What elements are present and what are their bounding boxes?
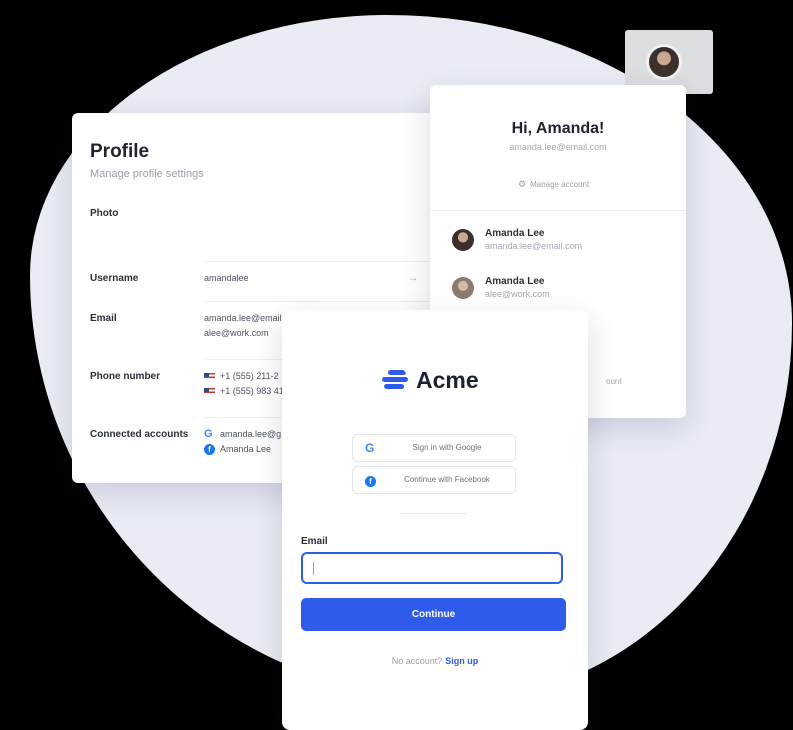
phone-primary: +1 (555) 211-2 xyxy=(204,369,284,384)
email-values: amanda.lee@email alee@work.com xyxy=(204,311,282,341)
divider xyxy=(400,513,466,514)
facebook-sign-in-button[interactable]: f Continue with Facebook xyxy=(352,466,516,494)
account-item-email: amanda.lee@email.com xyxy=(485,241,583,251)
connected-values: Gamanda.lee@g f Amanda Lee xyxy=(204,427,281,457)
photo-label: Photo xyxy=(90,208,119,219)
manage-account-button[interactable]: ⚙ Manage account xyxy=(518,179,589,190)
greeting: Hi, Amanda! xyxy=(511,120,605,137)
google-icon: G xyxy=(365,441,375,455)
text-caret xyxy=(313,562,314,575)
account-item[interactable]: Amanda Lee amanda.lee@email.com xyxy=(452,225,682,255)
phone-values: +1 (555) 211-2 +1 (555) 983 41 xyxy=(204,369,284,399)
username-label: Username xyxy=(90,273,139,284)
acme-logo: Acme xyxy=(382,365,479,395)
continue-button[interactable]: Continue xyxy=(301,598,566,631)
avatar xyxy=(452,277,474,299)
email-field-label: Email xyxy=(301,536,328,547)
avatar xyxy=(452,229,474,251)
account-name: Amanda Lee xyxy=(485,276,545,287)
google-button-label: Sign in with Google xyxy=(412,443,482,452)
brand-name: Acme xyxy=(416,366,479,393)
email-input[interactable] xyxy=(301,552,563,584)
account-item[interactable]: Amanda Lee alee@work.com xyxy=(452,273,682,303)
sign-in-card: Acme G Sign in with Google f Continue wi… xyxy=(282,310,588,730)
account-name: Amanda Lee xyxy=(485,228,545,239)
us-flag-icon xyxy=(204,373,215,381)
google-sign-in-button[interactable]: G Sign in with Google xyxy=(352,434,516,462)
us-flag-icon xyxy=(204,388,215,396)
phone-secondary: +1 (555) 983 41 xyxy=(204,384,284,399)
account-email: amanda.lee@email.com xyxy=(509,142,607,152)
profile-title: Profile xyxy=(90,141,150,162)
connected-google: Gamanda.lee@g xyxy=(204,428,282,440)
google-icon: G xyxy=(204,428,213,440)
popover-divider xyxy=(430,210,686,211)
username-value: amandalee xyxy=(204,273,249,283)
connected-label: Connected accounts xyxy=(90,429,189,440)
facebook-button-label: Continue with Facebook xyxy=(404,475,490,484)
arrow-right-icon[interactable]: → xyxy=(408,273,418,284)
gear-icon: ⚙ xyxy=(518,179,527,189)
email-label: Email xyxy=(90,313,117,324)
account-item-email: alee@work.com xyxy=(485,289,550,299)
no-account-text: No account? xyxy=(391,656,443,666)
sign-up-prompt: No account? Sign up xyxy=(282,656,588,666)
sign-up-link[interactable]: Sign up xyxy=(445,656,478,666)
facebook-icon: f xyxy=(365,476,376,488)
user-avatar-button[interactable] xyxy=(646,44,682,80)
acme-logo-icon xyxy=(382,367,408,393)
facebook-icon: f xyxy=(204,444,215,456)
profile-subtitle: Manage profile settings xyxy=(90,168,204,180)
facebook-icon-wrap: f xyxy=(365,474,381,488)
email-secondary: alee@work.com xyxy=(204,328,269,338)
email-primary: amanda.lee@email xyxy=(204,313,282,323)
sign-out-button[interactable]: ount xyxy=(606,377,622,386)
connected-facebook: f Amanda Lee xyxy=(204,442,281,457)
phone-label: Phone number xyxy=(90,371,161,382)
